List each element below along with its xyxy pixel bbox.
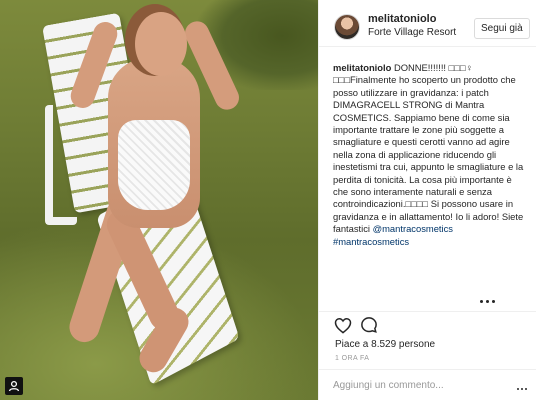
- mention-link[interactable]: @mantracosmetics: [373, 223, 453, 234]
- post-photo[interactable]: [0, 0, 318, 400]
- likes-count[interactable]: Piace a 8.529 persone: [335, 339, 435, 350]
- comment-options-icon[interactable]: [517, 377, 531, 391]
- comment-input[interactable]: [333, 378, 493, 392]
- instagram-tag-icon[interactable]: [5, 377, 23, 395]
- comment-icon[interactable]: [360, 316, 378, 334]
- username-link[interactable]: melitatoniolo: [368, 13, 436, 25]
- location-link[interactable]: Forte Village Resort: [368, 27, 456, 38]
- actions-divider: [319, 311, 536, 312]
- post-header: melitatoniolo Forte Village Resort Segui…: [319, 0, 536, 47]
- swimsuit: [118, 120, 190, 210]
- hashtag-link[interactable]: #mantracosmetics: [333, 236, 409, 247]
- post-caption: melitatoniolo DONNE!!!!!!! □□□♀ □□□Final…: [333, 62, 529, 248]
- comment-bar: [319, 369, 536, 400]
- following-button[interactable]: Segui già: [474, 18, 530, 39]
- avatar[interactable]: [334, 14, 360, 40]
- post-timestamp[interactable]: 1 ORA FA: [335, 355, 369, 362]
- person-head: [135, 12, 187, 76]
- caption-username[interactable]: melitatoniolo: [333, 62, 391, 73]
- more-options-icon[interactable]: [480, 290, 510, 303]
- caption-text: DONNE!!!!!!! □□□♀ □□□Finalmente ho scope…: [333, 62, 524, 235]
- heart-icon[interactable]: [334, 317, 352, 334]
- post-sidebar: melitatoniolo Forte Village Resort Segui…: [318, 0, 536, 400]
